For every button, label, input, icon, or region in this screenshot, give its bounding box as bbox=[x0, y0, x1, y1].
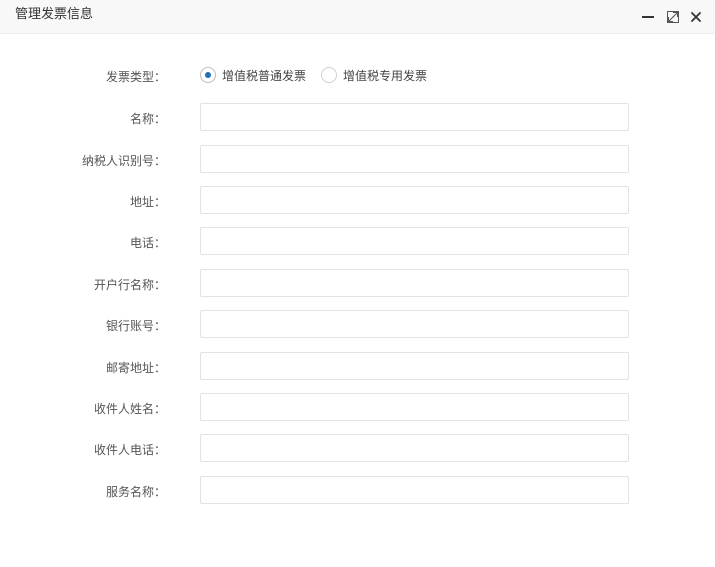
field-label-service-name: 服务名称： bbox=[105, 485, 166, 499]
form-row-mailing-address: 邮寄地址： bbox=[0, 352, 715, 380]
close-button[interactable] bbox=[688, 9, 704, 25]
close-icon bbox=[691, 12, 701, 22]
minimize-icon bbox=[642, 16, 654, 18]
tax-id-input[interactable] bbox=[200, 145, 629, 173]
address-input[interactable] bbox=[200, 186, 629, 214]
form-row-address: 地址： bbox=[0, 186, 715, 214]
radio-circle-unchecked bbox=[321, 67, 337, 83]
bank-account-input[interactable] bbox=[200, 310, 629, 338]
invoice-dialog: 管理发票信息 发票类型： 增值税普通发票 增值税专用发票 名称： 纳税人识别号：… bbox=[0, 0, 715, 567]
form-row-tax-id: 纳税人识别号： bbox=[0, 145, 715, 173]
maximize-button[interactable] bbox=[665, 9, 681, 25]
form-row-recipient-phone: 收件人电话： bbox=[0, 434, 715, 462]
mailing-address-input[interactable] bbox=[200, 352, 629, 380]
field-label-recipient-name: 收件人姓名： bbox=[93, 402, 166, 416]
form-row-bank-account: 银行账号： bbox=[0, 310, 715, 338]
form-row-phone: 电话： bbox=[0, 227, 715, 255]
recipient-phone-input[interactable] bbox=[200, 434, 629, 462]
form-row-name: 名称： bbox=[0, 103, 715, 131]
form-row-recipient-name: 收件人姓名： bbox=[0, 393, 715, 421]
phone-input[interactable] bbox=[200, 227, 629, 255]
bank-name-input[interactable] bbox=[200, 269, 629, 297]
field-label-phone: 电话： bbox=[129, 236, 166, 250]
invoice-type-label: 发票类型： bbox=[105, 70, 166, 84]
field-label-recipient-phone: 收件人电话： bbox=[93, 443, 166, 457]
name-input[interactable] bbox=[200, 103, 629, 131]
field-label-tax-id: 纳税人识别号： bbox=[81, 154, 166, 168]
form-row-bank-name: 开户行名称： bbox=[0, 269, 715, 297]
field-label-bank-account: 银行账号： bbox=[105, 319, 166, 333]
field-label-bank-name: 开户行名称： bbox=[93, 278, 166, 292]
maximize-icon bbox=[667, 11, 679, 23]
minimize-button[interactable] bbox=[640, 9, 656, 25]
radio-circle-checked bbox=[200, 67, 216, 83]
field-label-name: 名称： bbox=[129, 112, 166, 126]
form-row-service-name: 服务名称： bbox=[0, 476, 715, 504]
invoice-type-row: 发票类型： 增值税普通发票 增值税专用发票 bbox=[0, 66, 715, 86]
field-label-address: 地址： bbox=[129, 195, 166, 209]
radio-special-invoice-label: 增值税专用发票 bbox=[343, 69, 428, 83]
recipient-name-input[interactable] bbox=[200, 393, 629, 421]
dialog-titlebar: 管理发票信息 bbox=[0, 0, 715, 34]
service-name-input[interactable] bbox=[200, 476, 629, 504]
radio-general-invoice-label: 增值税普通发票 bbox=[222, 69, 307, 83]
field-label-mailing-address: 邮寄地址： bbox=[105, 361, 166, 375]
dialog-title: 管理发票信息 bbox=[15, 7, 94, 22]
